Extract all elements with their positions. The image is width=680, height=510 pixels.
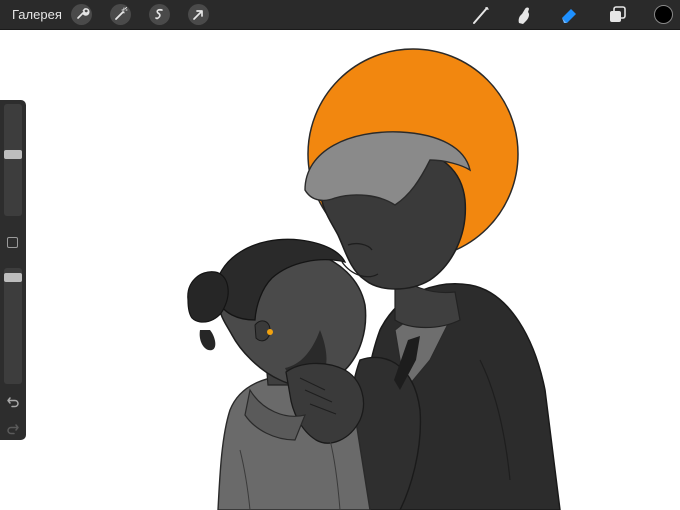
opacity-slider[interactable] xyxy=(4,268,22,384)
drawing-canvas[interactable] xyxy=(0,30,680,510)
brush-size-thumb[interactable] xyxy=(4,150,22,159)
layers-icon[interactable] xyxy=(605,3,629,27)
wrench-icon[interactable] xyxy=(71,4,92,25)
gallery-button[interactable]: Галерея xyxy=(12,7,62,22)
transform-arrow-icon[interactable] xyxy=(188,4,209,25)
color-picker-button[interactable] xyxy=(654,5,673,24)
brush-icon[interactable] xyxy=(470,3,494,27)
redo-icon[interactable] xyxy=(5,420,21,436)
undo-icon[interactable] xyxy=(5,393,21,409)
selection-icon[interactable] xyxy=(149,4,170,25)
brush-size-slider[interactable] xyxy=(4,104,22,216)
opacity-thumb[interactable] xyxy=(4,273,22,282)
top-toolbar: Галерея xyxy=(0,0,680,30)
brush-sidebar xyxy=(0,100,26,440)
eraser-icon[interactable] xyxy=(557,3,581,27)
magic-wand-icon[interactable] xyxy=(110,4,131,25)
smudge-icon[interactable] xyxy=(512,3,536,27)
artwork-illustration xyxy=(187,48,561,510)
earring-highlight xyxy=(267,329,273,335)
modify-button[interactable] xyxy=(7,237,18,248)
